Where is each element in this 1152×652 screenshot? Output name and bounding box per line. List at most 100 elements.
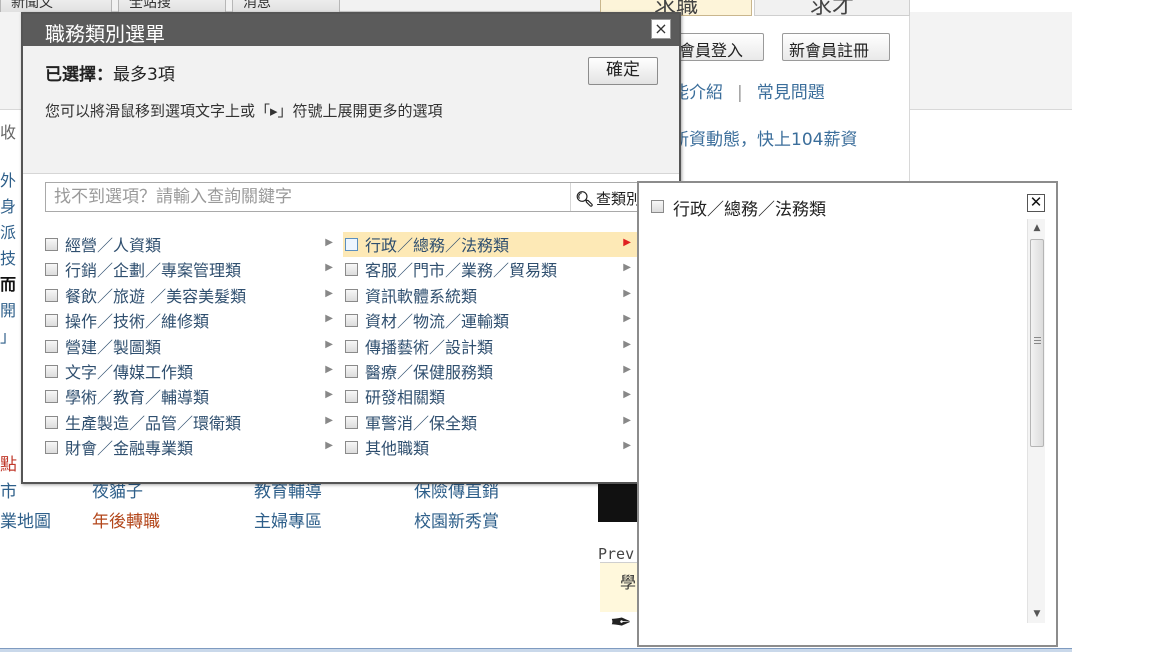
category-label[interactable]: 餐飲／旅遊 ／美容美髮類 (65, 287, 246, 306)
category-checkbox[interactable] (45, 339, 58, 353)
expand-arrow-icon[interactable]: ▶ (325, 262, 333, 273)
category-item[interactable]: 文字／傳媒工作類 ▶ (45, 359, 345, 384)
member-login-button[interactable]: 會員登入 (672, 33, 764, 61)
expand-arrow-icon[interactable]: ▶ (623, 440, 631, 451)
category-label[interactable]: 財會／金融專業類 (65, 439, 193, 458)
category-checkbox[interactable] (345, 441, 358, 455)
subcategory-header[interactable]: 行政／總務／法務類 (651, 195, 826, 220)
salary-promo-link[interactable]: 新資動態，快上104薪資 (672, 125, 857, 150)
category-checkbox[interactable] (345, 415, 358, 429)
category-item[interactable]: 研發相關類 ▶ (343, 384, 643, 409)
category-item[interactable]: 其他職類 ▶ (343, 435, 643, 460)
category-item[interactable]: 傳播藝術／設計類 ▶ (343, 334, 643, 359)
category-checkbox[interactable] (345, 263, 358, 277)
expand-arrow-icon[interactable]: ▶ (623, 415, 631, 426)
left-fragment[interactable]: 收 (0, 120, 20, 146)
bottom-link[interactable]: 年後轉職 (92, 507, 160, 537)
category-item[interactable]: 資材／物流／運輸類 ▶ (343, 308, 643, 333)
category-checkbox[interactable] (345, 390, 358, 404)
left-fragment[interactable]: 」 (0, 324, 20, 350)
expand-arrow-icon[interactable]: ▶ (623, 313, 631, 324)
category-label[interactable]: 文字／傳媒工作類 (65, 363, 193, 382)
expand-arrow-icon[interactable]: ▶ (325, 389, 333, 400)
bottom-link[interactable]: 主婦專區 (254, 507, 322, 537)
category-checkbox[interactable] (345, 364, 358, 378)
expand-arrow-icon[interactable]: ▶ (325, 415, 333, 426)
expand-arrow-icon[interactable]: ▶ (623, 364, 631, 375)
left-fragment[interactable]: 派 (0, 220, 20, 246)
category-item[interactable]: 醫療／保健服務類 ▶ (343, 359, 643, 384)
category-item[interactable]: 行銷／企劃／專案管理類 ▶ (45, 257, 345, 282)
expand-arrow-icon[interactable]: ▶ (623, 262, 631, 273)
expand-arrow-icon[interactable]: ▶ (623, 389, 631, 400)
subcategory-title[interactable]: 行政／總務／法務類 (673, 200, 826, 220)
category-checkbox[interactable] (45, 238, 58, 251)
category-item[interactable]: 資訊軟體系統類 ▶ (343, 283, 643, 308)
close-icon[interactable]: × (651, 19, 671, 39)
category-checkbox[interactable] (45, 263, 58, 277)
category-checkbox[interactable] (45, 364, 58, 378)
left-fragment[interactable]: 技 (0, 246, 20, 272)
category-item[interactable]: 餐飲／旅遊 ／美容美髮類 ▶ (45, 283, 345, 308)
category-checkbox[interactable] (45, 390, 58, 404)
category-label[interactable]: 資訊軟體系統類 (365, 287, 477, 306)
category-item-active[interactable]: 行政／總務／法務類 ▶ (343, 232, 643, 258)
expand-arrow-icon[interactable]: ▶ (623, 288, 631, 299)
category-checkbox[interactable] (45, 441, 58, 455)
left-fragment[interactable]: 外 (0, 168, 20, 194)
expand-arrow-icon[interactable]: ▶ (623, 339, 631, 350)
category-item[interactable]: 財會／金融專業類 ▶ (45, 435, 345, 460)
dialog-title-bar[interactable]: 職務類別選單 × (23, 14, 679, 46)
left-fragment[interactable]: 而 (0, 272, 20, 298)
category-label[interactable]: 行銷／企劃／專案管理類 (65, 261, 241, 280)
category-label[interactable]: 傳播藝術／設計類 (365, 338, 493, 357)
category-search-input[interactable] (54, 186, 554, 208)
scroll-up-icon[interactable]: ▲ (1028, 219, 1046, 237)
category-label[interactable]: 軍警消／保全類 (365, 414, 477, 433)
expand-arrow-icon[interactable]: ▶ (623, 237, 631, 248)
category-label[interactable]: 資材／物流／運輸類 (365, 312, 509, 331)
subcategory-all-checkbox[interactable] (651, 200, 664, 213)
left-fragment[interactable]: 身 (0, 194, 20, 220)
category-item[interactable]: 軍警消／保全類 ▶ (343, 410, 643, 435)
bottom-link[interactable]: 校園新秀賞 (414, 507, 499, 537)
scroll-thumb[interactable] (1030, 239, 1044, 447)
search-category-button[interactable]: 🔍︎ 查類別 (570, 183, 642, 211)
category-label[interactable]: 操作／技術／維修類 (65, 312, 209, 331)
video-thumbnail[interactable] (598, 484, 640, 522)
category-label[interactable]: 學術／教育／輔導類 (65, 388, 209, 407)
bottom-link[interactable]: 點 (0, 450, 17, 480)
category-item[interactable]: 操作／技術／維修類 ▶ (45, 308, 345, 333)
expand-arrow-icon[interactable]: ▶ (325, 339, 333, 350)
subpanel-scrollbar[interactable]: ▲ ▼ (1027, 219, 1045, 623)
bottom-link[interactable]: 市 (0, 477, 17, 507)
left-fragment[interactable]: 開 (0, 298, 20, 324)
category-label[interactable]: 生產製造／品管／環衛類 (65, 414, 241, 433)
category-item[interactable]: 生產製造／品管／環衛類 ▶ (45, 410, 345, 435)
category-item[interactable]: 營建／製圖類 ▶ (45, 334, 345, 359)
category-checkbox[interactable] (45, 288, 58, 302)
expand-arrow-icon[interactable]: ▶ (325, 440, 333, 451)
confirm-button[interactable]: 確定 (588, 57, 658, 85)
category-label[interactable]: 研發相關類 (365, 388, 445, 407)
faq-link[interactable]: 常見問題 (757, 83, 825, 103)
new-member-register-button[interactable]: 新會員註冊 (782, 33, 890, 61)
employer-tab[interactable]: 求才 (754, 0, 910, 19)
category-item[interactable]: 經營／人資類 ▶ (45, 232, 345, 257)
expand-arrow-icon[interactable]: ▶ (325, 313, 333, 324)
category-label[interactable]: 行政／總務／法務類 (365, 236, 509, 255)
category-label[interactable]: 其他職類 (365, 439, 429, 458)
category-checkbox[interactable] (45, 415, 58, 429)
category-item[interactable]: 學術／教育／輔導類 ▶ (45, 384, 345, 409)
expand-arrow-icon[interactable]: ▶ (325, 237, 333, 248)
promo-card[interactable]: 學 (600, 562, 640, 612)
category-checkbox[interactable] (345, 238, 358, 251)
category-label[interactable]: 經營／人資類 (65, 236, 161, 255)
category-label[interactable]: 營建／製圖類 (65, 338, 161, 357)
scroll-down-icon[interactable]: ▼ (1028, 605, 1046, 623)
expand-arrow-icon[interactable]: ▶ (325, 288, 333, 299)
category-label[interactable]: 客服／門市／業務／貿易類 (365, 261, 557, 280)
category-label[interactable]: 醫療／保健服務類 (365, 363, 493, 382)
carousel-prev-link[interactable]: Prev (598, 545, 634, 563)
bottom-link[interactable]: 業地圖 (0, 507, 51, 537)
